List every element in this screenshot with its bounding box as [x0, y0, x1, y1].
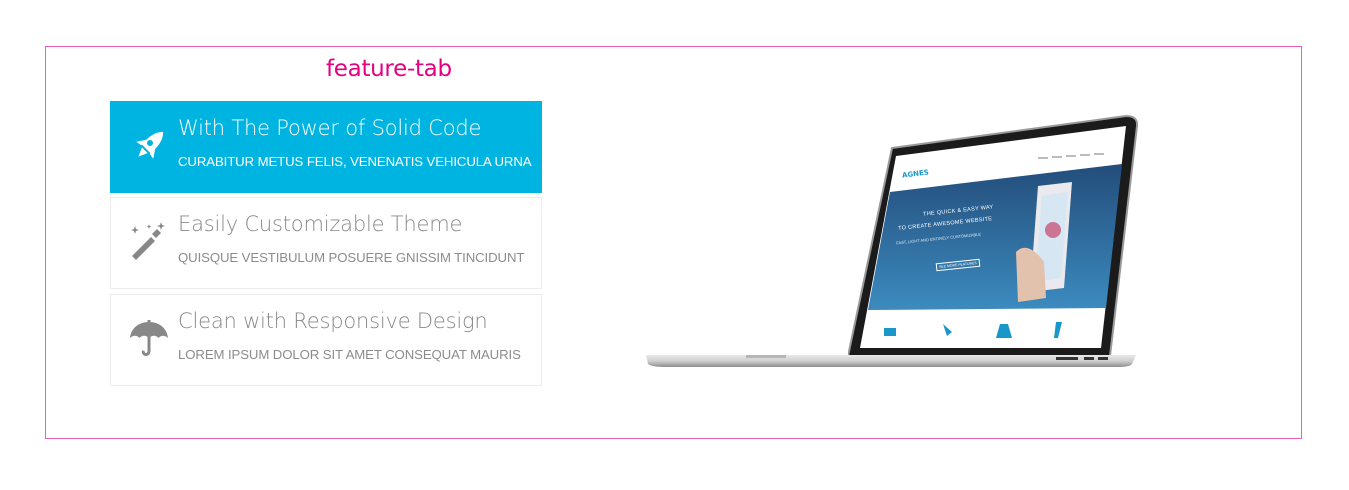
rocket-icon [127, 124, 171, 168]
tab-title: With The Power of Solid Code [178, 116, 482, 140]
laptop-screen [848, 114, 1138, 357]
tab-subtitle: QUISQUE VESTIBULUM POSUERE GNISSIM TINCI… [178, 250, 525, 265]
laptop-image: AGNES THE QUICK & EASY WAY TO CREATE AWE… [640, 108, 1140, 380]
feature-tab-solid-code[interactable]: With The Power of Solid Code CURABITUR M… [110, 101, 542, 193]
tab-title: Easily Customizable Theme [178, 212, 463, 236]
umbrella-icon [127, 317, 171, 361]
tab-title: Clean with Responsive Design [178, 309, 488, 333]
feature-tab-customizable[interactable]: Easily Customizable Theme QUISQUE VESTIB… [110, 197, 542, 289]
tab-subtitle: LOREM IPSUM DOLOR SIT AMET CONSEQUAT MAU… [178, 347, 521, 362]
laptop-base [646, 355, 1136, 367]
feature-tab-responsive[interactable]: Clean with Responsive Design LOREM IPSUM… [110, 294, 542, 386]
frame-label: feature-tab [326, 56, 452, 82]
tab-subtitle: CURABITUR METUS FELIS, VENENATIS VEHICUL… [178, 154, 532, 169]
magic-wand-icon [127, 220, 171, 264]
